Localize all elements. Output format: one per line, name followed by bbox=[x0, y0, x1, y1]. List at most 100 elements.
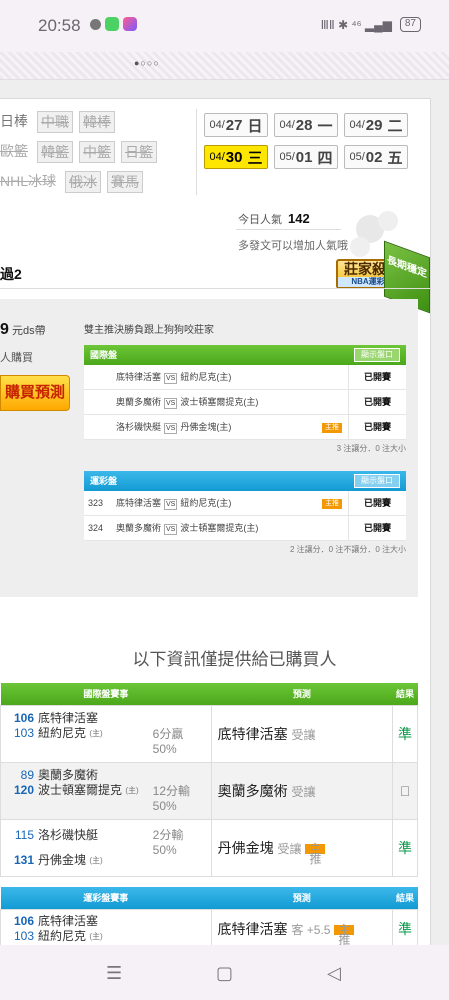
battery-icon: 87 bbox=[399, 17, 421, 32]
intl-header-label: 國際盤 bbox=[90, 350, 118, 360]
matchup: 洛杉磯快艇 VS 丹佛金塊(主) bbox=[116, 420, 348, 434]
league-tag[interactable]: 賽馬 bbox=[107, 171, 144, 193]
team: 波士頓塞爾提克 bbox=[38, 782, 123, 797]
pick-team: 底特律活塞 bbox=[217, 921, 288, 937]
date-selector: 04/27 日 04/28 一 04/29 二 04/30 三 05/01 四 … bbox=[204, 113, 414, 177]
matchup: 奧蘭多魔術 VS 波士頓塞爾提克(主) bbox=[116, 521, 348, 535]
status-bar: 20:58 ⅢⅡ ✱ ⁴⁶ ▂▄▆ 87 bbox=[0, 0, 449, 52]
pick-team: 底特律活塞 bbox=[217, 725, 288, 742]
date-weekday: 四 bbox=[317, 149, 333, 167]
date-day: 30 bbox=[225, 148, 243, 166]
league-tag[interactable]: NHL冰球 bbox=[0, 171, 59, 193]
table-row: 106 底特律活塞 103 紐約尼克 (主) 6分贏 50% 底特律活塞 受讓 準 bbox=[0, 704, 418, 763]
chat-icon bbox=[90, 19, 101, 30]
result-cell: 𠆿 bbox=[392, 761, 418, 820]
date-month: 05/ bbox=[279, 151, 295, 163]
team: 洛杉磯快艇 bbox=[38, 827, 99, 842]
result-cell: 準 bbox=[392, 704, 418, 763]
back-icon[interactable]: ◁ bbox=[327, 963, 341, 984]
team: 紐約尼克 bbox=[38, 725, 87, 740]
pick-type: 受讓 bbox=[291, 727, 316, 742]
status-label: 已開賽 bbox=[348, 490, 406, 516]
league-tag[interactable]: 韓棒 bbox=[79, 111, 115, 133]
vs-icon: VS bbox=[164, 398, 178, 409]
date-day: 01 bbox=[295, 148, 313, 166]
signal-icon: ⅢⅡ ✱ ⁴⁶ ▂▄▆ bbox=[320, 17, 392, 32]
col-header: 結果 bbox=[392, 683, 418, 705]
date-button[interactable]: 04/27 日 bbox=[204, 113, 268, 137]
date-button[interactable]: 05/01 四 bbox=[274, 145, 338, 169]
buy-button[interactable]: 購買預測 bbox=[0, 375, 70, 411]
pick-type: 客 +5.5 bbox=[291, 923, 331, 937]
sport-header-label: 運彩盤 bbox=[90, 476, 118, 486]
pick-team: 奧蘭多魔術 bbox=[217, 782, 288, 799]
away-team: 奧蘭多魔術 bbox=[116, 523, 162, 533]
score: 120 bbox=[13, 782, 34, 797]
league-tag[interactable]: 中職 bbox=[37, 111, 73, 133]
price: 9 元ds帶 bbox=[0, 321, 46, 339]
game-cell: 115 洛杉磯快艇 131 丹佛金塊 (主) 2分輸 50% bbox=[0, 818, 212, 877]
menu-icon[interactable]: ☰ bbox=[106, 963, 122, 984]
away-team: 底特律活塞 bbox=[116, 372, 162, 382]
team: 奧蘭多魔術 bbox=[38, 767, 99, 782]
team: 底特律活塞 bbox=[38, 710, 99, 725]
league-tag[interactable]: 中籃 bbox=[79, 141, 115, 163]
show-odds-button[interactable]: 顯示盤口 bbox=[354, 474, 400, 488]
league-tag[interactable]: 日棒 bbox=[0, 111, 31, 133]
browser-tab-strip[interactable]: ●○○○ bbox=[0, 52, 449, 80]
intl-result-table: 國際盤賽事 預測 結果 106 底特律活塞 103 紐約尼克 (主) 6分贏 50% … bbox=[0, 683, 418, 877]
league-tag[interactable]: 日籃 bbox=[121, 141, 157, 163]
table-row: 115 洛杉磯快艇 131 丹佛金塊 (主) 2分輸 50% 丹佛金塊 受讓 主推 準 bbox=[0, 818, 418, 877]
show-odds-button[interactable]: 顯示盤口 bbox=[354, 348, 400, 362]
featured-badge: 主推 bbox=[322, 499, 342, 509]
matchup: 底特律活塞 VS 紐約尼克(主) bbox=[116, 496, 348, 510]
home-mark: (主) bbox=[125, 785, 139, 795]
sport-header: 運彩盤 顯示盤口 bbox=[84, 471, 406, 491]
page: 日棒 中職 韓棒 歐籃 韓籃 中籃 日籃 NHL冰球 俄冰 賽馬 04/27 日… bbox=[0, 80, 449, 945]
col-header: 運彩盤賽事 bbox=[0, 887, 212, 909]
featured-badge: 主推 bbox=[322, 423, 342, 433]
spread-pct: 50% bbox=[152, 798, 177, 813]
date-weekday: 五 bbox=[387, 149, 403, 167]
prediction-cell: 底特律活塞 客 +5.5 主推 bbox=[210, 908, 394, 945]
table-row: 89 奧蘭多魔術 120 波士頓塞爾提克 (主) 12分輸 50% 奧蘭多魔術 受讓 … bbox=[0, 761, 418, 820]
spread-pct: 50% bbox=[152, 842, 177, 857]
date-button[interactable]: 04/29 二 bbox=[344, 113, 408, 137]
date-month: 04/ bbox=[209, 151, 225, 163]
result-cell: 準 bbox=[392, 908, 418, 945]
list-item: 洛杉磯快艇 VS 丹佛金塊(主) 主推 已開賽 bbox=[84, 414, 406, 440]
sport-preview-table: 運彩盤 顯示盤口 323 底特律活塞 VS 紐約尼克(主) 主推 已開賽 324 奧蘭多魔術 V… bbox=[84, 471, 406, 558]
list-item: 323 底特律活塞 VS 紐約尼克(主) 主推 已開賽 bbox=[84, 490, 406, 516]
league-tag[interactable]: 俄冰 bbox=[65, 171, 102, 193]
date-button[interactable]: 05/02 五 bbox=[344, 145, 408, 169]
home-icon[interactable]: ▢ bbox=[216, 963, 233, 984]
game-num: 324 bbox=[88, 523, 104, 533]
home-mark: (主) bbox=[89, 932, 103, 941]
spread-result: 6分贏 bbox=[152, 726, 184, 741]
matchup: 底特律活塞 VS 紐約尼克(主) bbox=[116, 370, 348, 384]
score: 115 bbox=[14, 827, 34, 842]
date-day: 28 bbox=[295, 116, 313, 134]
vs-icon: VS bbox=[164, 499, 178, 510]
game-num: 323 bbox=[88, 498, 104, 508]
vs-icon: VS bbox=[164, 423, 178, 434]
date-weekday: 三 bbox=[247, 149, 263, 167]
popularity-value: 142 bbox=[288, 211, 310, 226]
spread-result: 12分輸 bbox=[152, 783, 191, 798]
date-button[interactable]: 04/28 一 bbox=[274, 113, 338, 137]
date-day: 29 bbox=[365, 116, 383, 134]
list-item: 奧蘭多魔術 VS 波士頓塞爾提克(主) 已開賽 bbox=[84, 389, 406, 415]
game-cell: 89 奧蘭多魔術 120 波士頓塞爾提克 (主) 12分輸 50% bbox=[0, 761, 212, 820]
status-time: 20:58 bbox=[38, 16, 81, 35]
buyers: 人購買 bbox=[0, 352, 33, 364]
date-button-selected[interactable]: 04/30 三 bbox=[204, 145, 268, 169]
prediction-description: 雙主推決勝負跟上狗狗咬莊家 bbox=[84, 325, 214, 336]
league-tag[interactable]: 韓籃 bbox=[37, 141, 73, 163]
list-item: 底特律活塞 VS 紐約尼克(主) 已開賽 bbox=[84, 364, 406, 390]
system-nav-bar: ☰ ▢ ◁ bbox=[0, 945, 449, 1000]
score: 103 bbox=[13, 725, 34, 740]
away-team: 奧蘭多魔術 bbox=[116, 397, 162, 407]
date-weekday: 二 bbox=[387, 117, 403, 135]
league-tag[interactable]: 歐籃 bbox=[0, 141, 31, 163]
col-header: 預測 bbox=[211, 683, 393, 705]
